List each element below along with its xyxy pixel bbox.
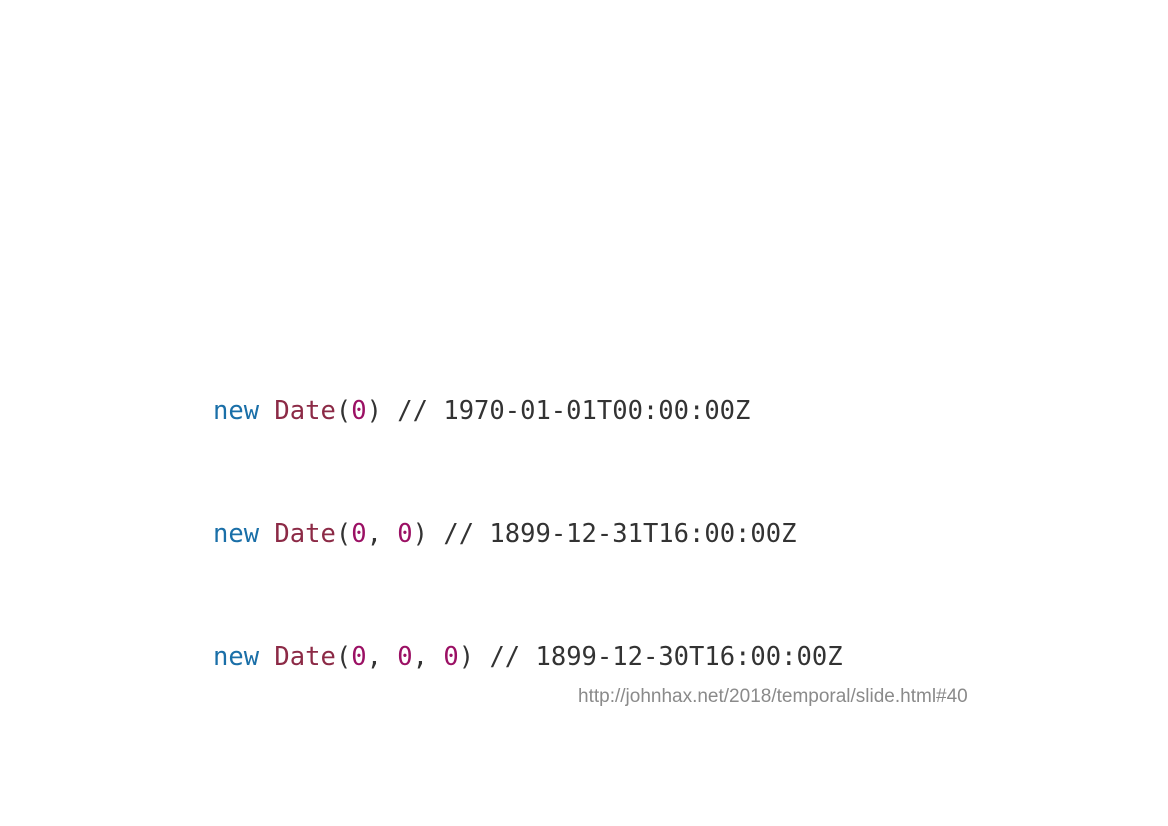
- source-url: http://johnhax.net/2018/temporal/slide.h…: [578, 686, 968, 707]
- function-date: Date: [274, 396, 336, 426]
- function-date: Date: [274, 642, 336, 672]
- arg-number: 0: [351, 642, 367, 672]
- keyword-new: new: [213, 396, 260, 426]
- arg-number: 0: [351, 519, 367, 549]
- code-comment: // 1899-12-31T16:00:00Z: [443, 519, 797, 549]
- code-line-1: new Date(0) // 1970-01-01T00:00:00Z: [213, 396, 751, 426]
- code-comment: // 1970-01-01T00:00:00Z: [397, 396, 751, 426]
- arg-number: 0: [443, 642, 459, 672]
- code-block: new Date(0) // 1970-01-01T00:00:00Z new …: [213, 309, 843, 719]
- arg-number: 0: [397, 519, 413, 549]
- arg-number: 0: [397, 642, 413, 672]
- keyword-new: new: [213, 519, 260, 549]
- function-date: Date: [274, 519, 336, 549]
- code-line-2: new Date(0, 0) // 1899-12-31T16:00:00Z: [213, 519, 797, 549]
- code-comment: // 1899-12-30T16:00:00Z: [489, 642, 843, 672]
- arg-number: 0: [351, 396, 367, 426]
- keyword-new: new: [213, 642, 260, 672]
- code-line-3: new Date(0, 0, 0) // 1899-12-30T16:00:00…: [213, 642, 843, 672]
